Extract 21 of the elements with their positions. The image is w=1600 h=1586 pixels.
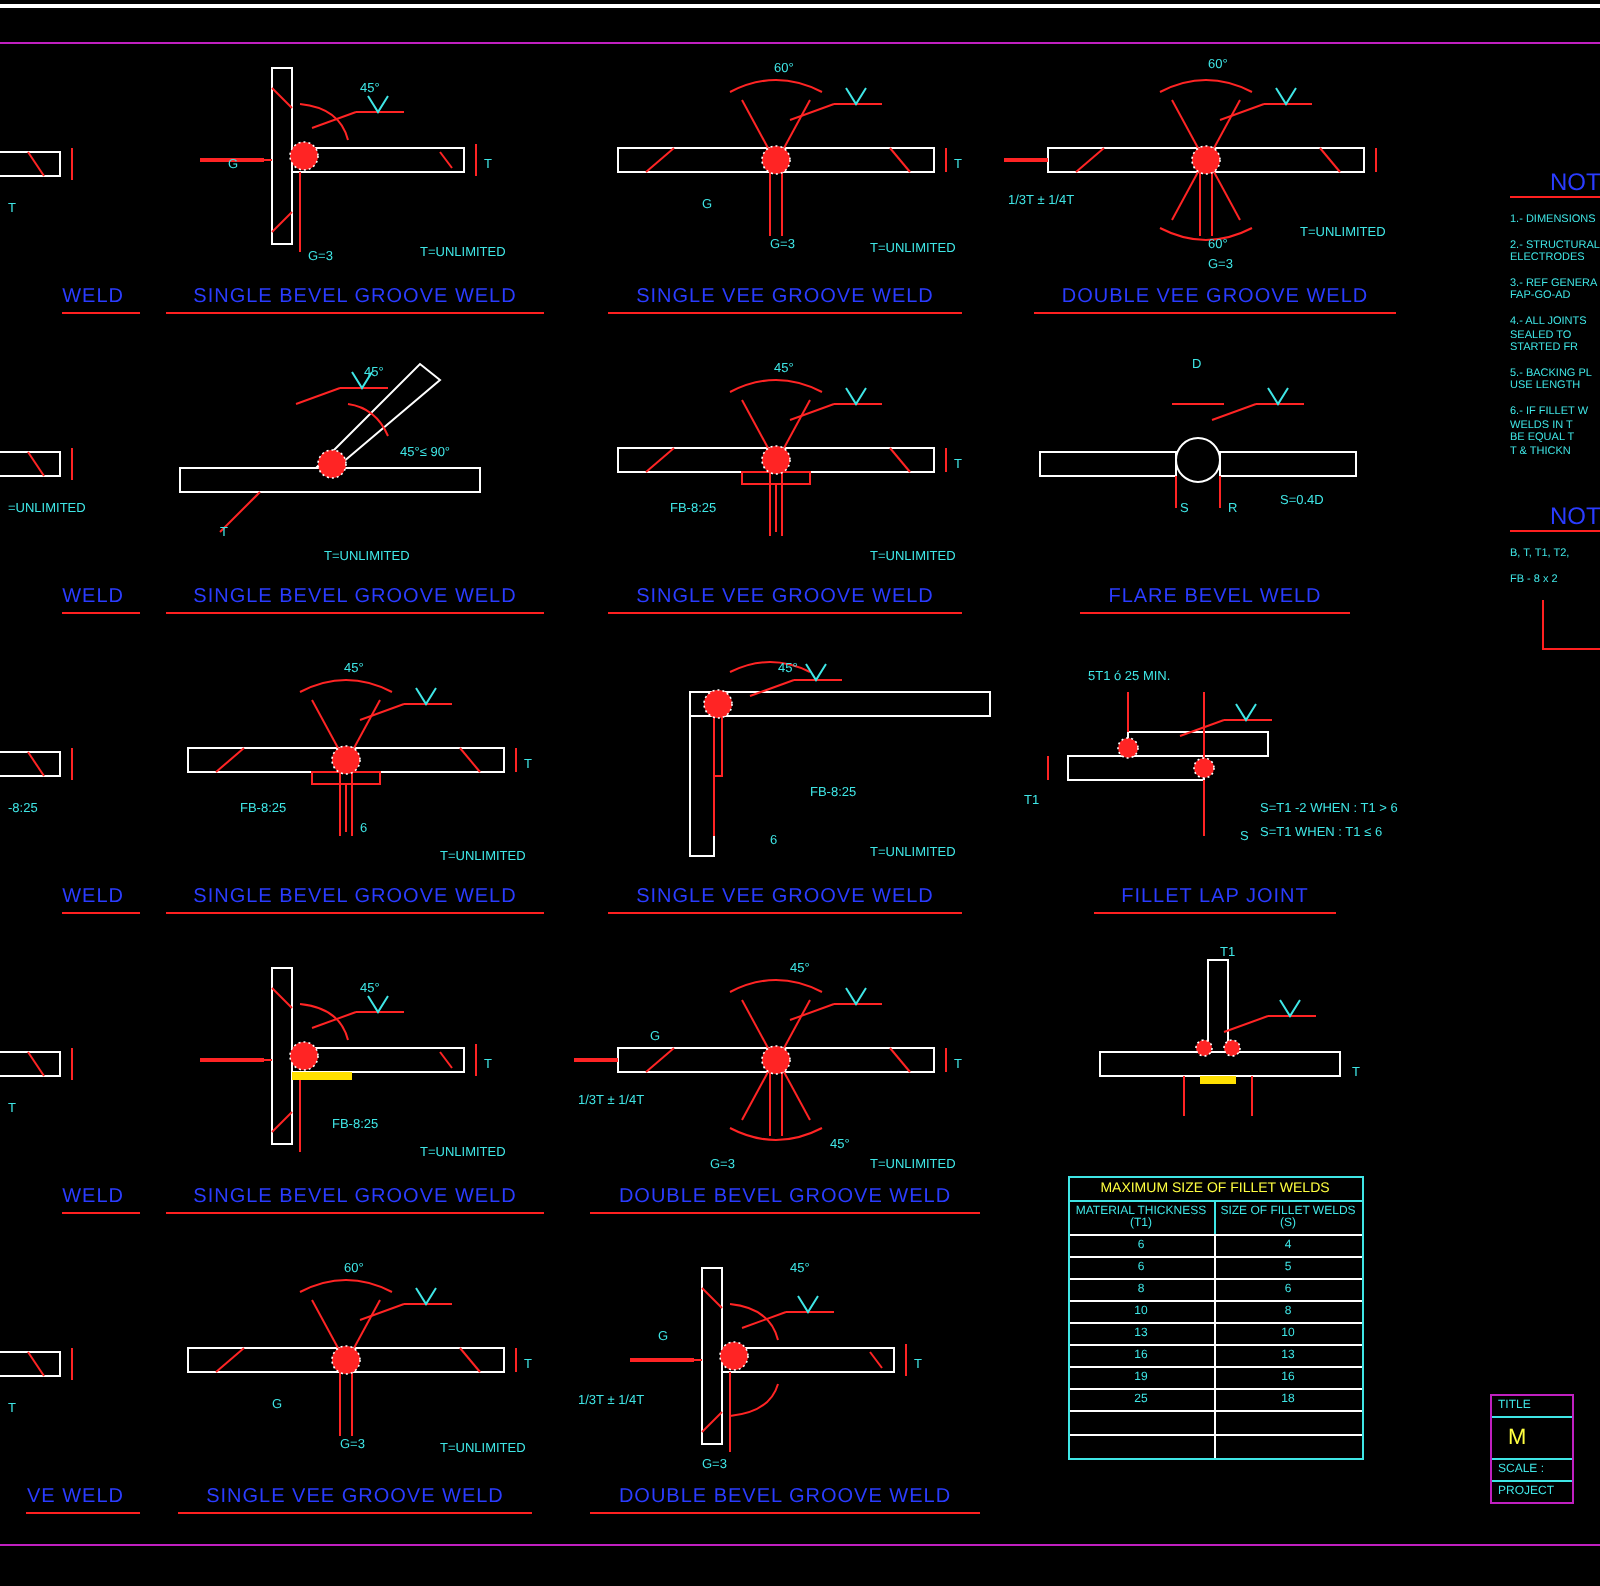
detail-title: SINGLE VEE GROOVE WELD (608, 284, 962, 314)
notes-heading: NOT (1510, 502, 1600, 533)
detail-title: VE WELD (26, 1484, 140, 1514)
detail-title: WELD (62, 884, 140, 914)
detail-title: FLARE BEVEL WELD (1080, 584, 1350, 614)
detail-title: SINGLE BEVEL GROOVE WELD (165, 584, 545, 614)
detail-title: FILLET LAP JOINT (1093, 884, 1337, 914)
detail-title: WELD (62, 284, 140, 314)
detail-title: SINGLE BEVEL GROOVE WELD (165, 284, 545, 314)
detail-title: WELD (62, 1184, 140, 1214)
detail-title: SINGLE BEVEL GROOVE WELD (165, 1184, 545, 1214)
detail-title: SINGLE VEE GROOVE WELD (178, 1484, 532, 1514)
detail-title: SINGLE VEE GROOVE WELD (608, 584, 962, 614)
detail-title: SINGLE BEVEL GROOVE WELD (165, 884, 545, 914)
detail-title: DOUBLE VEE GROOVE WELD (1033, 284, 1397, 314)
notes-heading: NOT (1510, 168, 1600, 198)
detail-title: SINGLE VEE GROOVE WELD (608, 884, 962, 914)
drawing-title: M (1492, 1418, 1572, 1460)
detail-title: DOUBLE BEVEL GROOVE WELD (590, 1484, 980, 1514)
detail-title: DOUBLE BEVEL GROOVE WELD (590, 1184, 980, 1214)
detail-title: WELD (62, 584, 140, 614)
